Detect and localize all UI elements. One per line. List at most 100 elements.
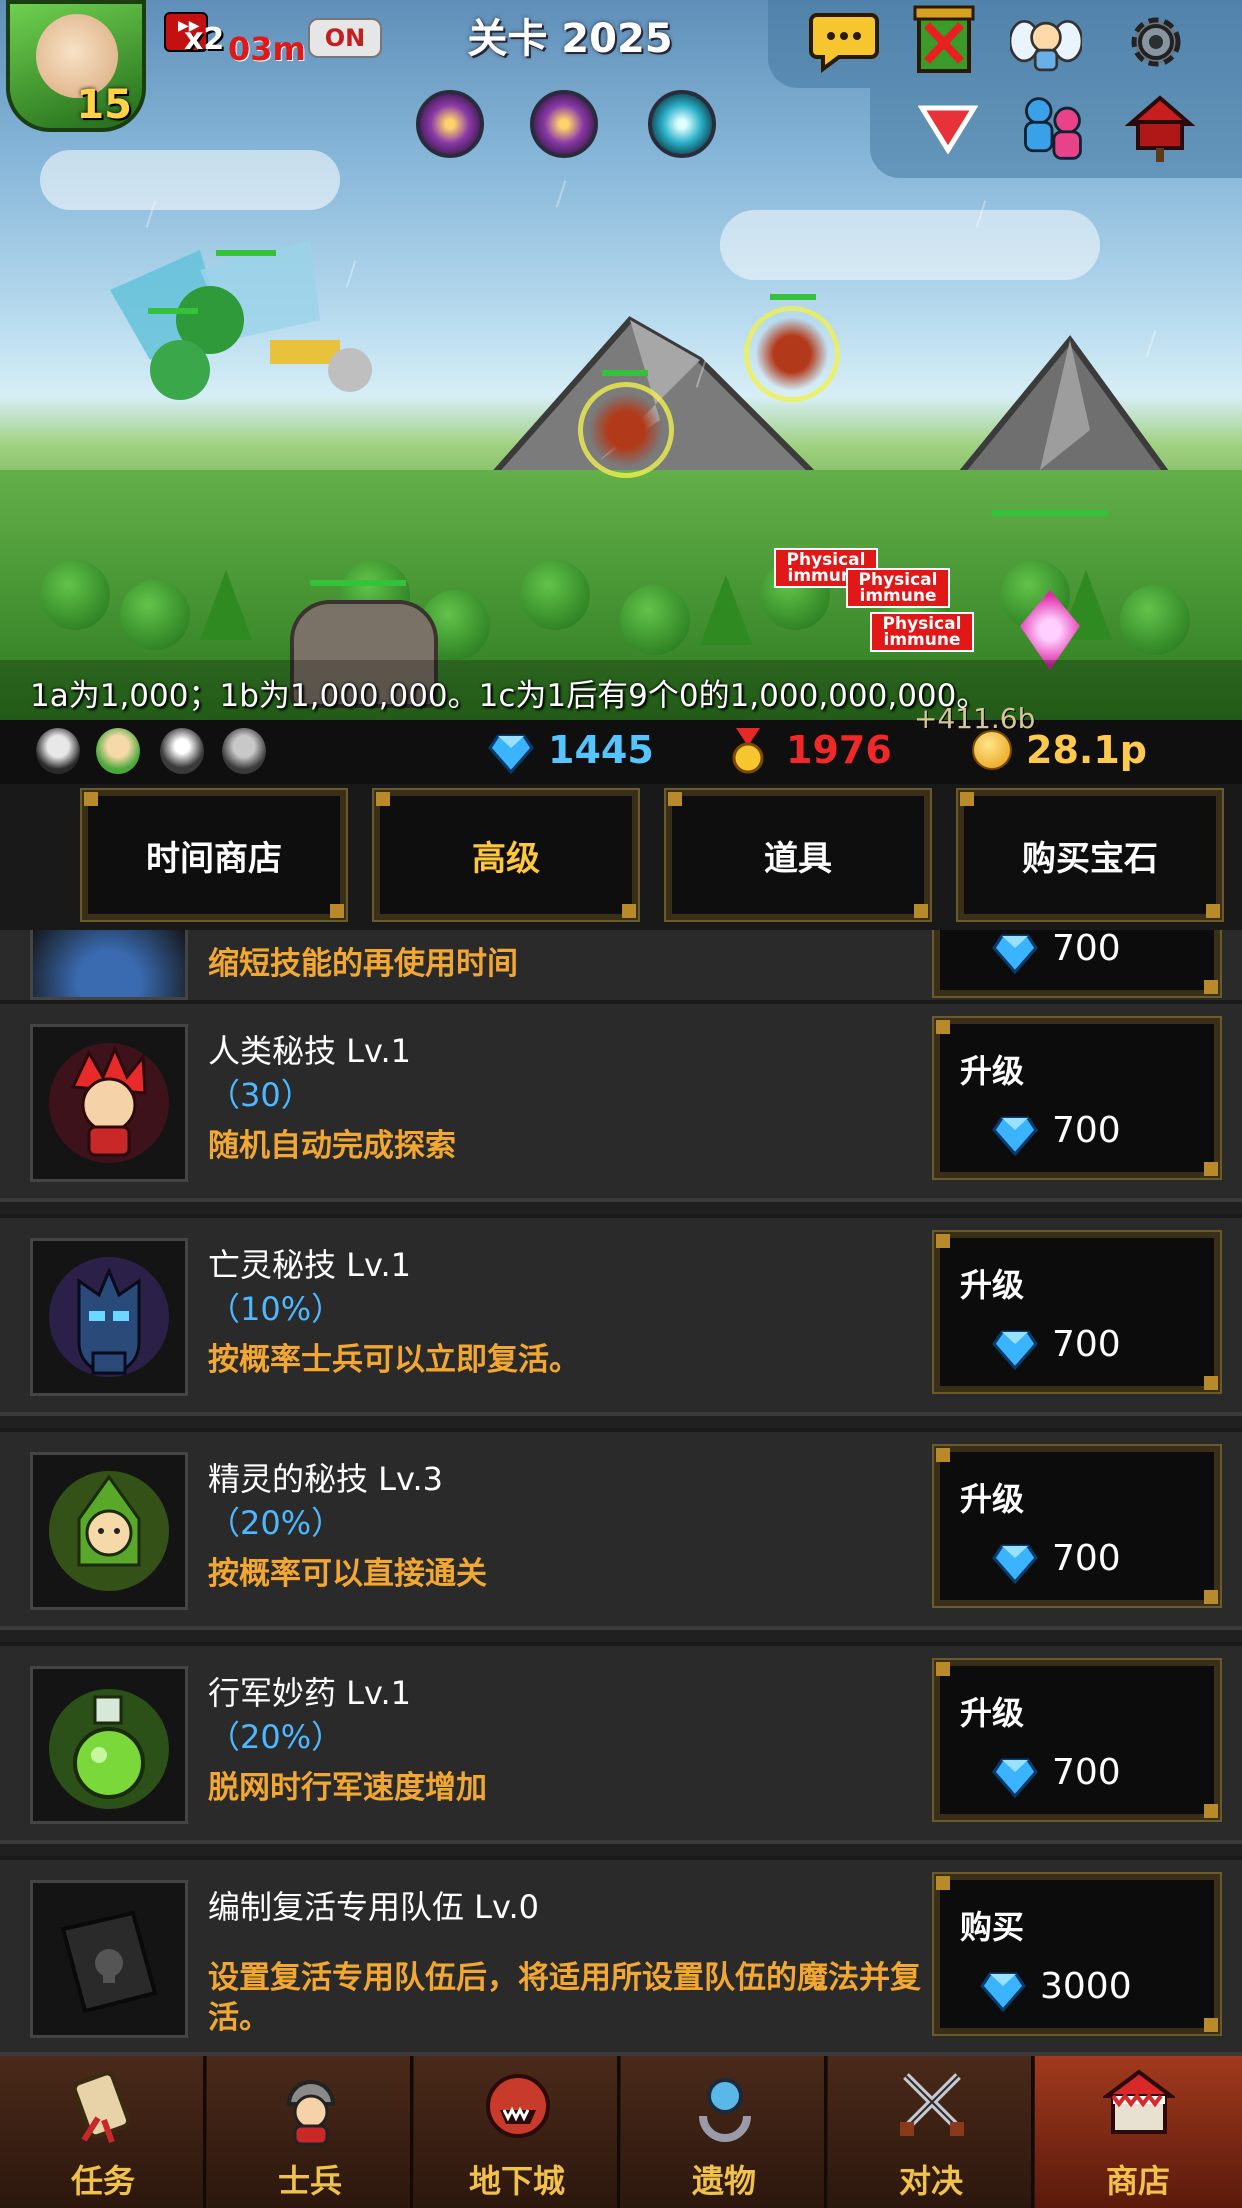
allied-fairy-units (110, 240, 372, 400)
item-description: 按概率可以直接通关 (208, 1556, 487, 1592)
ally-hp-bar (148, 308, 198, 314)
item-description: 缩短技能的再使用时间 (208, 946, 518, 982)
collapse-triangle-icon[interactable] (912, 92, 984, 164)
button-label: 升级 (960, 1694, 1025, 1732)
crossed-swords-icon (900, 2073, 964, 2136)
tab-label: 高级 (472, 838, 540, 879)
enemy-bird[interactable] (744, 306, 840, 402)
ally-hp-bar (310, 580, 406, 586)
item-description: 随机自动完成探索 (208, 1128, 456, 1164)
tab-label: 时间商店 (146, 838, 282, 879)
dungeon-icon (486, 2074, 550, 2138)
nav-label: 地下城 (468, 2162, 565, 2200)
angel-icon[interactable] (1010, 6, 1082, 78)
auto-toggle[interactable]: ON (308, 18, 382, 58)
upgrade-button[interactable]: 升级 700 (932, 1230, 1222, 1394)
speed-timer: 03m (228, 30, 306, 68)
hero-slot-dark-icon[interactable] (36, 728, 80, 774)
nav-label: 对决 (898, 2162, 963, 2200)
item-description: 脱网时行军速度增加 (208, 1770, 487, 1806)
gem-count: 1445 (548, 728, 654, 772)
medal-count: 1976 (786, 728, 892, 772)
human-secret-icon (30, 1024, 188, 1182)
price: 3000 (1040, 1966, 1132, 2007)
gear-icon[interactable] (1120, 6, 1192, 78)
tab-label: 道具 (764, 838, 832, 879)
immune-label: Physical immune (846, 568, 950, 608)
nav-soldiers[interactable]: 士兵 (207, 2056, 413, 2208)
nav-relics[interactable]: 遗物 (621, 2056, 827, 2208)
enemy-bird[interactable] (578, 382, 674, 478)
nav-shop[interactable]: 商店 (1035, 2056, 1242, 2208)
list-item: 精灵的秘技 Lv.3 （20%） 按概率可以直接通关 升级 700 (0, 1428, 1242, 1630)
ice-orb-buff-icon[interactable] (648, 90, 716, 158)
dark-orb-buff-icon[interactable] (530, 90, 598, 158)
gold-count: 28.1p (1026, 728, 1147, 772)
upgrade-button[interactable]: 升级 700 (932, 1658, 1222, 1822)
upgrade-button[interactable]: 升级 700 (932, 1016, 1222, 1180)
upgrade-button[interactable]: 升级 700 (932, 1444, 1222, 1608)
list-item: 编制复活专用队伍 Lv.0 设置复活专用队伍后，将适用所设置队伍的魔法并复活。 … (0, 1856, 1242, 2056)
chat-icon[interactable] (808, 6, 880, 78)
guild-banner-icon[interactable] (908, 4, 980, 76)
player-level: 15 (76, 82, 132, 128)
button-label: 购买 (960, 1908, 1025, 1946)
hero-slot-undead-icon[interactable] (160, 728, 204, 774)
crystal-hp-bar (992, 510, 1108, 516)
enemy-hp-bar (770, 294, 816, 300)
nav-label: 商店 (1105, 2162, 1170, 2200)
nav-duel[interactable]: 对决 (828, 2056, 1034, 2208)
list-item: 行军妙药 Lv.1 （20%） 脱网时行军速度增加 升级 700 (0, 1642, 1242, 1844)
mailbox-icon[interactable] (1124, 92, 1196, 164)
nav-label: 任务 (70, 2162, 135, 2200)
hero-slot-elf-icon[interactable] (96, 728, 140, 774)
scroll-icon (72, 2071, 131, 2144)
player-avatar[interactable]: 15 (6, 0, 146, 132)
tab-buy-gems[interactable]: 购买宝石 (956, 788, 1224, 922)
nav-dungeon[interactable]: 地下城 (414, 2056, 620, 2208)
tab-items[interactable]: 道具 (664, 788, 932, 922)
item-description: 设置复活专用队伍后，将适用所设置队伍的魔法并复活。 (208, 1960, 921, 2036)
price: 700 (1052, 1110, 1121, 1151)
relic-icon (699, 2078, 751, 2142)
item-value: （10%） (208, 1290, 344, 1328)
tab-time-shop[interactable]: 时间商店 (80, 788, 348, 922)
ally-hp-bar (216, 250, 276, 256)
list-item: 人类秘技 Lv.1 （30） 随机自动完成探索 升级 700 (0, 1000, 1242, 1202)
skill-cooldown-icon (30, 930, 188, 1000)
gem-icon (980, 1972, 1026, 2012)
gem-icon (992, 1544, 1038, 1584)
buy-button[interactable]: 购买 3000 (932, 1872, 1222, 2036)
item-value: （20%） (208, 1504, 344, 1542)
item-value: （20%） (208, 1718, 344, 1756)
immune-label: Physical immune (870, 612, 974, 652)
price: 700 (1052, 1538, 1121, 1579)
item-name: 精灵的秘技 Lv.3 (208, 1460, 443, 1498)
upgrade-button[interactable]: 700 (932, 930, 1222, 998)
item-name: 编制复活专用队伍 Lv.0 (208, 1888, 539, 1926)
item-description: 按概率士兵可以立即复活。 (208, 1342, 580, 1378)
dark-orb-buff-icon[interactable] (416, 90, 484, 158)
button-label: 升级 (960, 1480, 1025, 1518)
elf-secret-icon (30, 1452, 188, 1610)
tab-premium[interactable]: 高级 (372, 788, 640, 922)
item-name: 亡灵秘技 Lv.1 (208, 1246, 411, 1284)
potion-icon (30, 1666, 188, 1824)
hint-text: 1a为1,000；1b为1,000,000。1c为1后有9个0的1,000,00… (30, 678, 988, 714)
button-label: 升级 (960, 1052, 1025, 1090)
soldier-icon (286, 2080, 336, 2146)
gem-icon (488, 734, 534, 774)
item-name: 行军妙药 Lv.1 (208, 1674, 411, 1712)
friends-icon[interactable] (1016, 92, 1088, 164)
hero-slot-robot-icon[interactable] (222, 728, 266, 774)
nav-quests[interactable]: 任务 (0, 2056, 206, 2208)
tab-label: 购买宝石 (1022, 838, 1158, 879)
gem-icon (992, 1758, 1038, 1798)
gold-gain-popup: +411.6b (914, 702, 1036, 735)
speed-multiplier: x2 (184, 22, 225, 57)
item-name: 人类秘技 Lv.1 (208, 1032, 411, 1070)
gem-icon (992, 1330, 1038, 1370)
button-label: 升级 (960, 1266, 1025, 1304)
shop-item-list[interactable]: 缩短技能的再使用时间 700 人类秘技 Lv.1 （30） 随机自动完成探索 升… (0, 930, 1242, 2056)
price: 700 (1052, 1752, 1121, 1793)
